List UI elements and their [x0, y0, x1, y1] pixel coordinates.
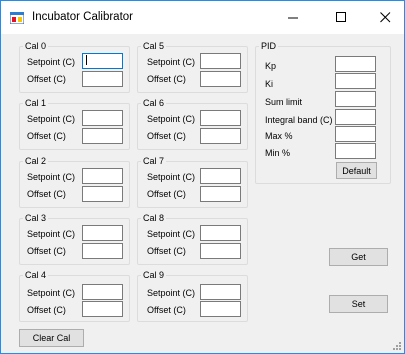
pid-sum-limit-input[interactable]: [335, 91, 376, 107]
app-window-icon: [10, 12, 24, 24]
pid-ki-label: Ki: [265, 79, 274, 89]
cal-5-offset-input[interactable]: [200, 71, 241, 87]
cal-0-setpoint-input[interactable]: [82, 53, 123, 69]
cal-9-offset-input[interactable]: [200, 301, 241, 317]
cal-9-offset-label: Offset (C): [147, 305, 186, 315]
default-button[interactable]: Default: [336, 162, 377, 179]
cal-3-setpoint-input[interactable]: [82, 225, 123, 241]
pid-kp-label: Kp: [265, 61, 277, 71]
pid-kp-input[interactable]: [335, 56, 376, 72]
cal-6-offset-input[interactable]: [200, 128, 241, 144]
maximize-button[interactable]: [320, 1, 364, 34]
cal-6-title: Cal 6: [141, 98, 167, 109]
cal-1-setpoint-input[interactable]: [82, 110, 123, 126]
cal-0-offset-input[interactable]: [82, 71, 123, 87]
pid-title: PID: [259, 41, 279, 52]
cal-1-title: Cal 1: [23, 98, 49, 109]
cal-2-title: Cal 2: [23, 156, 49, 167]
maximize-icon: [336, 12, 346, 22]
cal-4-setpoint-input[interactable]: [82, 284, 123, 300]
main-window: Incubator Calibrator Cal 0 Setpoint (C) …: [0, 0, 405, 354]
cal-8-setpoint-label: Setpoint (C): [147, 229, 196, 239]
close-icon: [380, 12, 391, 23]
cal-3-title: Cal 3: [23, 213, 49, 224]
pid-ki-input[interactable]: [335, 73, 376, 89]
minimize-icon: [288, 17, 298, 19]
cal-8-offset-label: Offset (C): [147, 246, 186, 256]
title-bar[interactable]: Incubator Calibrator: [1, 1, 404, 34]
pid-max-label: Max %: [265, 131, 293, 141]
clear-cal-button[interactable]: Clear Cal: [19, 329, 84, 347]
cal-4-offset-label: Offset (C): [27, 305, 66, 315]
cal-1-offset-label: Offset (C): [27, 131, 66, 141]
cal-3-offset-label: Offset (C): [27, 246, 66, 256]
cal-4-setpoint-label: Setpoint (C): [27, 288, 76, 298]
pid-sum-limit-label: Sum limit: [265, 97, 303, 107]
pid-min-input[interactable]: [335, 143, 376, 159]
cal-8-offset-input[interactable]: [200, 243, 241, 259]
cal-2-offset-label: Offset (C): [27, 189, 66, 199]
cal-6-setpoint-label: Setpoint (C): [147, 114, 196, 124]
pid-integral-band-label: Integral band (C): [265, 115, 333, 125]
get-button[interactable]: Get: [329, 248, 388, 266]
cal-7-title: Cal 7: [141, 156, 167, 167]
cal-1-offset-input[interactable]: [82, 128, 123, 144]
cal-4-offset-input[interactable]: [82, 301, 123, 317]
pid-max-input[interactable]: [335, 126, 376, 142]
cal-5-offset-label: Offset (C): [147, 74, 186, 84]
cal-7-setpoint-label: Setpoint (C): [147, 172, 196, 182]
cal-8-setpoint-input[interactable]: [200, 225, 241, 241]
cal-5-setpoint-input[interactable]: [200, 53, 241, 69]
cal-1-setpoint-label: Setpoint (C): [27, 114, 76, 124]
cal-3-setpoint-label: Setpoint (C): [27, 229, 76, 239]
cal-2-setpoint-label: Setpoint (C): [27, 172, 76, 182]
pid-min-label: Min %: [265, 148, 291, 158]
close-button[interactable]: [364, 1, 405, 34]
cal-0-title: Cal 0: [23, 41, 49, 52]
cal-7-offset-label: Offset (C): [147, 189, 186, 199]
cal-6-setpoint-input[interactable]: [200, 110, 241, 126]
cal-3-offset-input[interactable]: [82, 243, 123, 259]
cal-8-title: Cal 8: [141, 213, 167, 224]
resize-grip-icon[interactable]: [392, 341, 402, 351]
text-caret: [86, 55, 87, 65]
cal-2-offset-input[interactable]: [82, 186, 123, 202]
cal-5-setpoint-label: Setpoint (C): [147, 57, 196, 67]
cal-9-title: Cal 9: [141, 270, 167, 281]
pid-integral-band-input[interactable]: [335, 109, 376, 125]
cal-0-offset-label: Offset (C): [27, 74, 66, 84]
set-button[interactable]: Set: [329, 295, 388, 313]
minimize-button[interactable]: [272, 1, 316, 34]
cal-2-setpoint-input[interactable]: [82, 168, 123, 184]
cal-6-offset-label: Offset (C): [147, 131, 186, 141]
cal-7-setpoint-input[interactable]: [200, 168, 241, 184]
cal-0-setpoint-label: Setpoint (C): [27, 57, 76, 67]
cal-9-setpoint-input[interactable]: [200, 284, 241, 300]
cal-7-offset-input[interactable]: [200, 186, 241, 202]
cal-5-title: Cal 5: [141, 41, 167, 52]
window-title: Incubator Calibrator: [32, 11, 133, 23]
cal-9-setpoint-label: Setpoint (C): [147, 288, 196, 298]
cal-4-title: Cal 4: [23, 270, 49, 281]
